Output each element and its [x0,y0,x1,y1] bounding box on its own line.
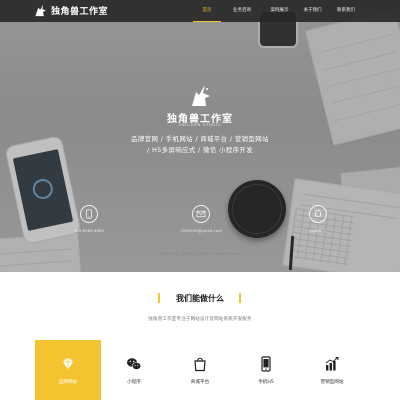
service-mall-platform[interactable]: 商城平台 [167,340,233,400]
services-title: 我们能做什么 [176,294,224,303]
service-label: 小程序 [127,380,141,385]
service-mobile-h5[interactable]: 手机H5 [233,340,299,400]
hero-banner: 独角兽工作室 首页 业务咨询 案例展示 关于我们 联系我们 独角兽工作室 UNI… [0,0,400,272]
main-nav: 首页 业务咨询 案例展示 关于我们 联系我们 [193,0,363,22]
service-brand-website[interactable]: 品牌网站 [35,340,101,400]
nav-item-contact[interactable]: 联系我们 [329,0,363,22]
contact-email-text: 1539795@gmail.com [180,229,222,233]
nav-item-home[interactable]: 首页 [193,0,221,22]
phone-icon [86,209,92,219]
service-label: 手机H5 [258,380,274,385]
contact-qq[interactable]: qq369 ... [283,205,353,233]
diamond-icon [63,358,73,370]
header-logo-text: 独角兽工作室 [51,7,109,17]
top-navigation-bar: 独角兽工作室 首页 业务咨询 案例展示 关于我们 联系我们 [0,0,400,22]
mobile-icon [261,356,271,372]
nav-item-about[interactable]: 关于我们 [296,0,329,22]
brand-subtitle: UNICORN STUDIO [178,123,222,127]
shopping-bag-icon [194,357,206,372]
service-label: 营销型网站 [320,380,344,385]
header-logo[interactable]: 独角兽工作室 [34,3,108,18]
chart-icon [325,357,339,371]
hero-services-line-2: / H5多屏响应式 / 微信 小程序开发 [147,146,253,154]
service-label: 品牌网站 [58,380,78,385]
unicorn-logo-icon [35,4,46,17]
contact-qq-text: qq369 ... [309,229,327,233]
hero-copyright: Copyright © 独角兽工作室 All Rights Reserved [155,252,245,256]
nav-item-consult[interactable]: 业务咨询 [221,0,263,22]
service-mini-program[interactable]: 小程序 [101,340,167,400]
nav-item-cases[interactable]: 案例展示 [263,0,296,22]
service-label: 商城平台 [190,380,210,385]
wechat-icon [127,358,142,370]
unicorn-logo-icon [192,85,210,106]
hero-services-line-1: 品牌官网 / 手机网站 / 商城平台 / 营销型网站 [131,135,269,143]
service-marketing-website[interactable]: 营销型网站 [299,340,365,400]
qq-icon [314,210,322,218]
contact-phone[interactable]: 159-6969-6969 [54,205,124,233]
mail-icon [196,210,206,218]
contact-phone-text: 159-6969-6969 [73,229,105,233]
contact-email[interactable]: 1539795@gmail.com [166,205,236,233]
services-list: 品牌网站 小程序 商城平台 手机H5 营销型网站 [35,340,365,400]
services-description: 独角兽工作室专注于网站设计及网站系统开发服务 [148,317,252,322]
